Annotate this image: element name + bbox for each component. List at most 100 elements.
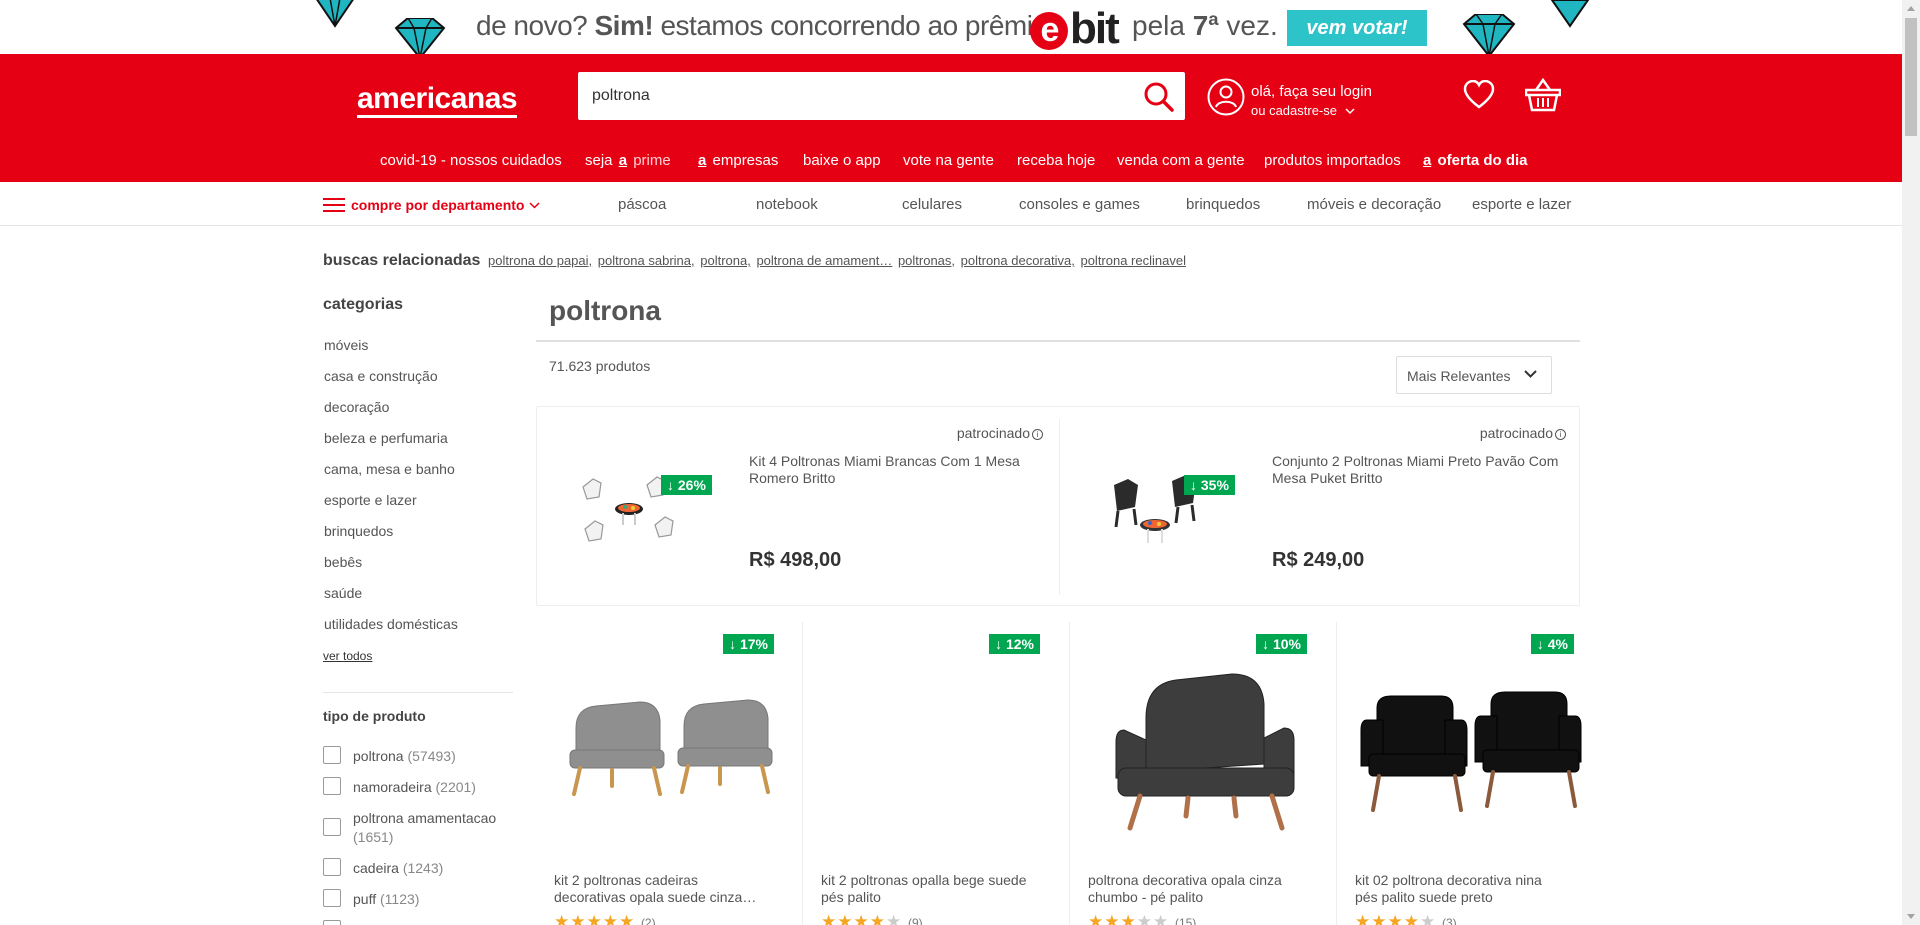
signup-link[interactable]: ou cadastre-se bbox=[1251, 103, 1355, 118]
nav-app[interactable]: baixe o app bbox=[803, 152, 881, 169]
product-card[interactable]: ↓ 4% kit 02 poltrona decorativa nina pés… bbox=[1336, 622, 1602, 925]
star-icon: ★ bbox=[1419, 912, 1437, 925]
product-price: R$ 498,00 bbox=[749, 549, 842, 571]
related-link[interactable]: poltrona reclinavel bbox=[1080, 253, 1186, 268]
related-link[interactable]: poltrona decorativa, bbox=[961, 253, 1075, 268]
related-link[interactable]: poltronas, bbox=[898, 253, 955, 268]
category-link[interactable]: bebês bbox=[324, 554, 362, 570]
product-title[interactable]: poltrona decorativa opala cinza chumbo -… bbox=[1088, 872, 1298, 906]
scroll-down-icon[interactable] bbox=[1902, 908, 1920, 925]
product-title[interactable]: kit 2 poltronas cadeiras decorativas opa… bbox=[554, 872, 764, 906]
category-link[interactable]: saúde bbox=[324, 585, 362, 601]
product-title[interactable]: kit 2 poltronas opalla bege suede pés pa… bbox=[821, 872, 1031, 906]
promo-text-2: pela 7ª vez. bbox=[1132, 10, 1278, 41]
rating-stars: ★★★★★ (3) bbox=[1355, 912, 1457, 925]
filter-checkbox[interactable] bbox=[323, 920, 513, 925]
product-name[interactable]: Kit 4 Poltronas Miami Brancas Com 1 Mesa… bbox=[749, 453, 1049, 487]
department-menu-button[interactable]: compre por departamento bbox=[323, 197, 541, 213]
dept-pascoa[interactable]: páscoa bbox=[618, 196, 666, 213]
nav-venda[interactable]: venda com a gente bbox=[1117, 152, 1245, 169]
search-icon[interactable] bbox=[1143, 81, 1175, 113]
product-image[interactable] bbox=[1084, 658, 1324, 834]
star-icon: ★★ bbox=[1136, 912, 1170, 925]
top-nav: covid-19 - nossos cuidados seja a prime … bbox=[0, 152, 1902, 176]
dept-celulares[interactable]: celulares bbox=[902, 196, 962, 213]
discount-badge: ↓ 26% bbox=[661, 475, 712, 495]
product-price: R$ 249,00 bbox=[1272, 549, 1365, 571]
heart-icon[interactable] bbox=[1463, 80, 1495, 110]
product-title[interactable]: kit 02 poltrona decorativa nina pés pali… bbox=[1355, 872, 1565, 906]
category-link[interactable]: decoração bbox=[324, 399, 389, 415]
product-image[interactable] bbox=[817, 658, 1057, 834]
checkbox[interactable] bbox=[323, 889, 341, 907]
sponsored-product[interactable]: patrocinado i ↓ 35% Conjunto 2 Poltronas … bbox=[1060, 407, 1580, 605]
filter-checkbox[interactable]: puff (1123) bbox=[323, 889, 513, 909]
checkbox[interactable] bbox=[323, 777, 341, 795]
nav-oferta-do-dia[interactable]: a oferta do dia bbox=[1421, 152, 1528, 169]
search-bar bbox=[578, 72, 1185, 120]
checkbox[interactable] bbox=[323, 920, 341, 925]
category-link[interactable]: brinquedos bbox=[324, 523, 393, 539]
related-link[interactable]: poltrona de amament… bbox=[756, 253, 892, 268]
category-link[interactable]: esporte e lazer bbox=[324, 492, 417, 508]
nav-prime[interactable]: seja a prime bbox=[585, 152, 671, 169]
rating-stars: ★★★★★ (2) bbox=[554, 912, 656, 925]
sponsored-tag: patrocinado i bbox=[957, 425, 1043, 441]
dept-consoles[interactable]: consoles e games bbox=[1019, 196, 1140, 213]
filter-checkbox[interactable]: poltrona (57493) bbox=[323, 746, 513, 766]
see-all-categories-link[interactable]: ver todos bbox=[323, 649, 372, 663]
product-name[interactable]: Conjunto 2 Poltronas Miami Preto Pavão C… bbox=[1272, 453, 1572, 487]
related-link[interactable]: poltrona sabrina, bbox=[598, 253, 695, 268]
dept-brinquedos[interactable]: brinquedos bbox=[1186, 196, 1260, 213]
rating-stars: ★★★★★ (15) bbox=[1088, 912, 1196, 925]
sponsored-product[interactable]: patrocinado i ↓ 26% Kit 4 Poltronas Miami… bbox=[537, 407, 1057, 605]
americanas-logo[interactable]: americanas bbox=[357, 84, 518, 118]
related-link[interactable]: poltrona, bbox=[700, 253, 751, 268]
dept-moveis[interactable]: móveis e decoração bbox=[1307, 196, 1441, 213]
product-type-title: tipo de produto bbox=[323, 708, 426, 724]
product-card[interactable]: ↓ 17% kit 2 poltronas cadeiras decorativ… bbox=[536, 622, 802, 925]
vote-button[interactable]: vem votar! bbox=[1287, 10, 1427, 46]
login-link[interactable]: olá, faça seu login bbox=[1251, 83, 1372, 100]
product-grid: ↓ 17% kit 2 poltronas cadeiras decorativ… bbox=[536, 622, 1582, 925]
result-count: 71.623 produtos bbox=[549, 358, 651, 374]
product-card[interactable]: ↓ 10% poltrona decorativa opala cinza ch… bbox=[1069, 622, 1335, 925]
nav-vote[interactable]: vote na gente bbox=[903, 152, 994, 169]
dept-esporte[interactable]: esporte e lazer bbox=[1472, 196, 1571, 213]
dept-notebook[interactable]: notebook bbox=[756, 196, 818, 213]
scroll-up-icon[interactable] bbox=[1902, 0, 1920, 17]
nav-covid[interactable]: covid-19 - nossos cuidados bbox=[380, 152, 562, 169]
main-header: americanas olá, faça seu login ou cadast… bbox=[0, 54, 1902, 182]
page-scrollbar[interactable] bbox=[1902, 0, 1920, 925]
checkbox[interactable] bbox=[323, 818, 341, 836]
basket-icon[interactable] bbox=[1525, 78, 1561, 112]
product-image[interactable] bbox=[550, 658, 790, 834]
nav-empresas[interactable]: a empresas bbox=[696, 152, 778, 169]
star-icon: ★★★★ bbox=[1355, 912, 1420, 925]
category-link[interactable]: casa e construção bbox=[324, 368, 438, 384]
filter-checkbox[interactable]: cadeira (1243) bbox=[323, 858, 513, 878]
product-image[interactable] bbox=[1351, 658, 1591, 834]
product-card[interactable]: ↓ 12% kit 2 poltronas opalla bege suede … bbox=[802, 622, 1068, 925]
checkbox[interactable] bbox=[323, 746, 341, 764]
promo-banner[interactable]: de novo? Sim! estamos concorrendo ao prê… bbox=[0, 0, 1902, 54]
category-link[interactable]: beleza e perfumaria bbox=[324, 430, 448, 446]
hamburger-icon bbox=[323, 198, 345, 212]
sort-select[interactable]: Mais Relevantes bbox=[1396, 356, 1552, 394]
scrollbar-thumb[interactable] bbox=[1905, 18, 1917, 136]
diamond-icon bbox=[1462, 14, 1516, 54]
category-link[interactable]: utilidades domésticas bbox=[324, 616, 458, 632]
filter-checkbox[interactable]: namoradeira (2201) bbox=[323, 777, 513, 797]
search-input[interactable] bbox=[592, 72, 1112, 120]
nav-importados[interactable]: produtos importados bbox=[1264, 152, 1401, 169]
related-link[interactable]: poltrona do papai, bbox=[488, 253, 592, 268]
category-link[interactable]: cama, mesa e banho bbox=[324, 461, 455, 477]
info-icon[interactable]: i bbox=[1032, 429, 1043, 440]
star-icon: ★ bbox=[885, 912, 903, 925]
info-icon[interactable]: i bbox=[1555, 429, 1566, 440]
filter-checkbox[interactable]: poltrona amamentacao (1651) bbox=[323, 808, 513, 848]
category-link[interactable]: móveis bbox=[324, 337, 368, 353]
checkbox[interactable] bbox=[323, 858, 341, 876]
divider bbox=[323, 692, 513, 693]
nav-receba-hoje[interactable]: receba hoje bbox=[1017, 152, 1095, 169]
